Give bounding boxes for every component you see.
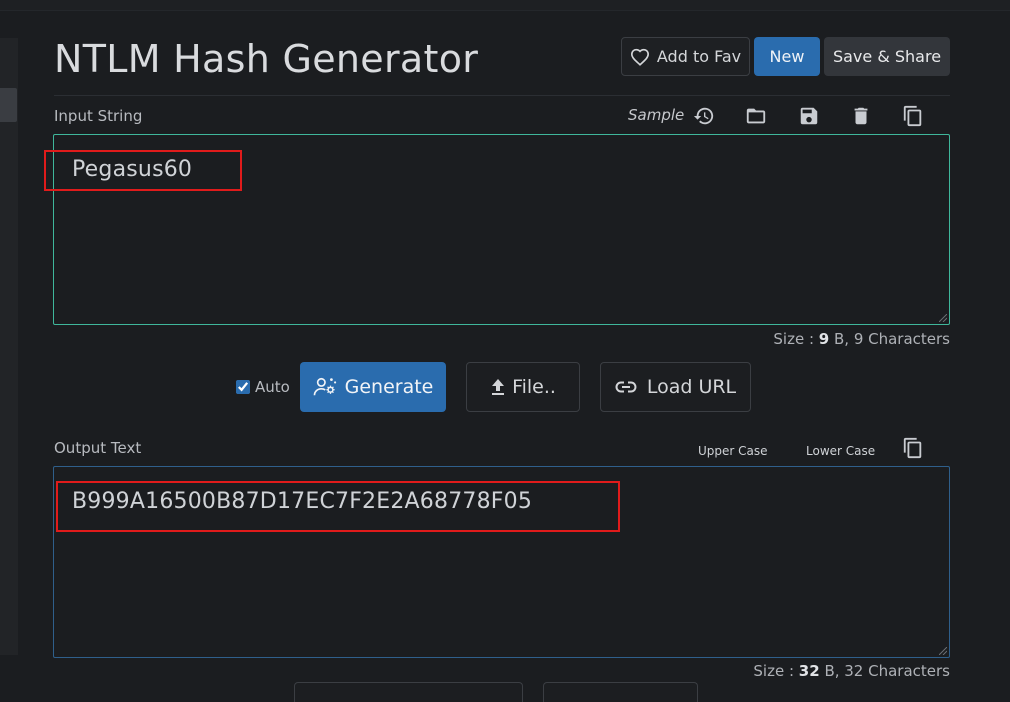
add-to-fav-button[interactable]: Add to Fav <box>621 37 750 76</box>
load-url-button[interactable]: Load URL <box>600 362 751 412</box>
file-label: File.. <box>512 376 556 398</box>
folder-icon <box>746 108 766 124</box>
upper-case-button[interactable]: Upper Case <box>698 444 768 458</box>
copy-icon <box>903 437 922 459</box>
open-file-button[interactable] <box>744 104 768 128</box>
trash-icon <box>854 107 868 125</box>
left-sidebar <box>0 38 18 655</box>
history-button[interactable] <box>692 104 716 128</box>
generate-label: Generate <box>344 376 434 398</box>
auto-checkbox[interactable] <box>236 380 250 394</box>
page-title: NTLM Hash Generator <box>54 37 479 81</box>
save-icon <box>800 107 818 125</box>
auto-toggle[interactable]: Auto <box>236 378 290 396</box>
clear-input-button[interactable] <box>849 104 873 128</box>
output-highlight-box <box>56 481 620 532</box>
save-input-button[interactable] <box>797 104 821 128</box>
link-icon <box>615 381 637 393</box>
output-size-info: Size : 32 B, 32 Characters <box>753 662 950 680</box>
file-upload-button[interactable]: File.. <box>466 362 580 412</box>
copy-output-button[interactable] <box>901 436 925 460</box>
user-cog-icon <box>313 377 336 396</box>
input-label: Input String <box>54 107 143 125</box>
top-bar <box>0 0 1010 11</box>
resize-grip-icon[interactable] <box>939 647 947 655</box>
add-to-fav-label: Add to Fav <box>656 47 742 66</box>
input-size-prefix: Size : <box>773 330 819 348</box>
bottom-button-partial[interactable] <box>543 682 698 702</box>
input-highlight-box <box>44 150 242 191</box>
heart-outline-icon <box>630 48 649 66</box>
output-size-value: 32 <box>798 662 820 680</box>
output-label: Output Text <box>54 439 142 457</box>
sidebar-scroll-handle[interactable] <box>0 88 17 122</box>
bottom-button-partial[interactable] <box>294 682 523 702</box>
generate-button[interactable]: Generate <box>300 362 446 412</box>
sample-link[interactable]: Sample <box>628 106 684 124</box>
lower-case-button[interactable]: Lower Case <box>806 444 875 458</box>
save-share-button[interactable]: Save & Share <box>824 37 950 76</box>
header-divider <box>54 95 950 96</box>
upload-icon <box>492 379 505 395</box>
copy-input-button[interactable] <box>901 104 925 128</box>
input-size-info: Size : 9 B, 9 Characters <box>773 330 950 348</box>
input-size-value: 9 <box>818 330 830 348</box>
copy-icon <box>903 105 922 127</box>
input-size-suffix: B, 9 Characters <box>829 330 950 348</box>
output-size-suffix: B, 32 Characters <box>819 662 950 680</box>
new-button[interactable]: New <box>754 37 820 76</box>
load-url-label: Load URL <box>646 376 737 398</box>
history-icon <box>693 107 714 125</box>
output-size-prefix: Size : <box>753 662 799 680</box>
resize-grip-icon[interactable] <box>939 314 947 322</box>
auto-label: Auto <box>255 378 290 396</box>
